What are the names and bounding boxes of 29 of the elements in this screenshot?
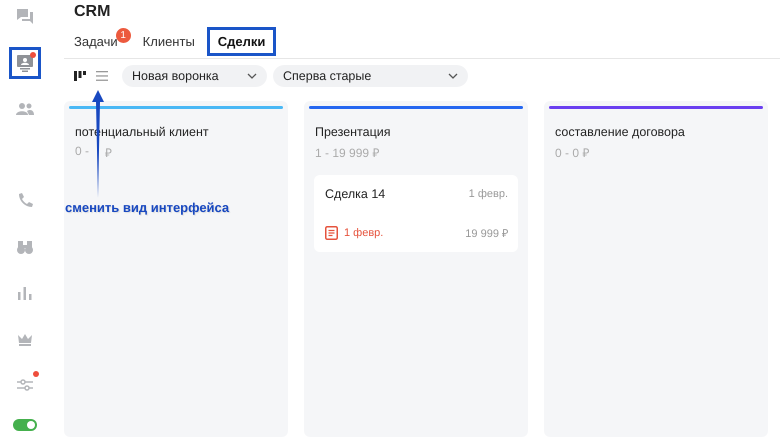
- chevron-down-icon: [448, 73, 458, 79]
- deal-card[interactable]: Сделка 14 1 февр. 1 февр. 19 999 ₽: [314, 175, 518, 252]
- funnel-dropdown[interactable]: Новая воронка: [122, 65, 267, 87]
- tab[interactable]: Клиенты: [138, 29, 199, 54]
- deal-amount: 19 999 ₽: [465, 227, 508, 240]
- notification-dot: [33, 371, 39, 377]
- stage-title: Презентация: [315, 125, 392, 139]
- currency-sign: ₽: [105, 145, 112, 161]
- sort-dropdown[interactable]: Сперва старые: [273, 65, 468, 87]
- page-title: CRM: [74, 3, 112, 22]
- notification-dot: [30, 52, 36, 58]
- count-badge: 1: [116, 28, 131, 43]
- list-view-icon[interactable]: [96, 70, 108, 82]
- stage-summary: 1 - 19 999 ₽: [315, 145, 380, 161]
- task-icon: [325, 226, 338, 240]
- tab[interactable]: Сделки: [206, 27, 276, 56]
- annotation-label: сменить вид интерфейса: [65, 200, 230, 215]
- chevron-down-icon: [247, 73, 257, 79]
- sidebar-item[interactable]: [9, 47, 41, 79]
- stage-summary: 0 - 0 ₽: [555, 145, 590, 161]
- kanban-view-icon[interactable]: [74, 70, 86, 82]
- task-date: 1 февр.: [344, 226, 384, 238]
- toggle-switch[interactable]: [13, 419, 37, 431]
- tab[interactable]: Задачи 1: [74, 28, 131, 49]
- stage-summary: 0 -: [75, 144, 90, 160]
- deal-date: 1 февр.: [468, 188, 508, 200]
- contact-icon: [15, 53, 35, 73]
- deal-name: Сделка 14: [325, 187, 386, 201]
- stage-title: составление договора: [555, 125, 686, 139]
